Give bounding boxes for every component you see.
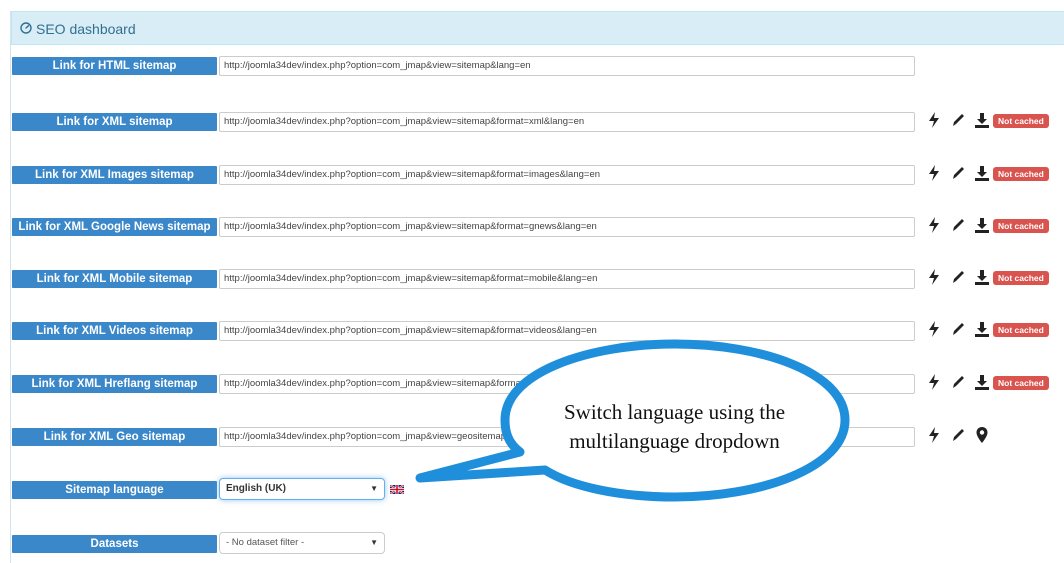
bolt-icon[interactable]	[926, 216, 942, 234]
language-select[interactable]: English (UK) ▼	[219, 478, 385, 500]
status-badge: Not cached	[993, 219, 1049, 233]
download-icon[interactable]	[974, 373, 990, 391]
datasets-selected-value: - No dataset filter -	[226, 537, 305, 548]
uk-flag-icon	[390, 485, 404, 494]
gnews-sitemap-button[interactable]: Link for XML Google News sitemap	[12, 218, 217, 236]
dashboard-icon	[20, 22, 32, 34]
pencil-icon[interactable]	[950, 268, 966, 286]
pencil-icon[interactable]	[950, 164, 966, 182]
xml-sitemap-url-field[interactable]: http://joomla34dev/index.php?option=com_…	[219, 112, 915, 132]
bolt-icon[interactable]	[926, 426, 942, 444]
datasets-label: Datasets	[12, 535, 217, 553]
map-marker-icon[interactable]	[974, 426, 990, 444]
callout-line-2: multilanguage dropdown	[569, 429, 780, 453]
status-badge: Not cached	[993, 271, 1049, 285]
html-sitemap-url-field[interactable]: http://joomla34dev/index.php?option=com_…	[219, 56, 915, 76]
download-icon[interactable]	[974, 320, 990, 338]
download-icon[interactable]	[974, 111, 990, 129]
status-badge: Not cached	[993, 167, 1049, 181]
gnews-sitemap-url-field[interactable]: http://joomla34dev/index.php?option=com_…	[219, 217, 915, 237]
pencil-icon[interactable]	[950, 373, 966, 391]
mobile-sitemap-url-field[interactable]: http://joomla34dev/index.php?option=com_…	[219, 269, 915, 289]
videos-sitemap-url-field[interactable]: http://joomla34dev/index.php?option=com_…	[219, 321, 915, 341]
bolt-icon[interactable]	[926, 373, 942, 391]
hreflang-sitemap-button[interactable]: Link for XML Hreflang sitemap	[12, 375, 217, 393]
sitemap-language-label: Sitemap language	[12, 481, 217, 499]
callout-text: Switch language using the multilanguage …	[512, 398, 837, 456]
bolt-icon[interactable]	[926, 164, 942, 182]
mobile-sitemap-button[interactable]: Link for XML Mobile sitemap	[12, 270, 217, 288]
chevron-down-icon: ▼	[370, 484, 378, 493]
videos-sitemap-button[interactable]: Link for XML Videos sitemap	[12, 322, 217, 340]
callout-line-1: Switch language using the	[563, 400, 786, 424]
images-sitemap-url-field[interactable]: http://joomla34dev/index.php?option=com_…	[219, 165, 915, 185]
pencil-icon[interactable]	[950, 320, 966, 338]
page-title: SEO dashboard	[36, 21, 136, 37]
xml-sitemap-button[interactable]: Link for XML sitemap	[12, 113, 217, 131]
pencil-icon[interactable]	[950, 111, 966, 129]
pencil-icon[interactable]	[950, 216, 966, 234]
bolt-icon[interactable]	[926, 320, 942, 338]
download-icon[interactable]	[974, 268, 990, 286]
status-badge: Not cached	[993, 376, 1049, 390]
hreflang-sitemap-url-field[interactable]: http://joomla34dev/index.php?option=com_…	[219, 374, 915, 394]
language-selected-value: English (UK)	[226, 483, 286, 494]
bolt-icon[interactable]	[926, 268, 942, 286]
images-sitemap-button[interactable]: Link for XML Images sitemap	[12, 166, 217, 184]
bolt-icon[interactable]	[926, 111, 942, 129]
chevron-down-icon: ▼	[370, 538, 378, 547]
geo-sitemap-button[interactable]: Link for XML Geo sitemap	[12, 428, 217, 446]
pencil-icon[interactable]	[950, 426, 966, 444]
panel-header: SEO dashboard	[11, 11, 1064, 45]
download-icon[interactable]	[974, 216, 990, 234]
download-icon[interactable]	[974, 164, 990, 182]
status-badge: Not cached	[993, 114, 1049, 128]
datasets-select[interactable]: - No dataset filter - ▼	[219, 532, 385, 554]
status-badge: Not cached	[993, 323, 1049, 337]
html-sitemap-button[interactable]: Link for HTML sitemap	[12, 57, 217, 75]
